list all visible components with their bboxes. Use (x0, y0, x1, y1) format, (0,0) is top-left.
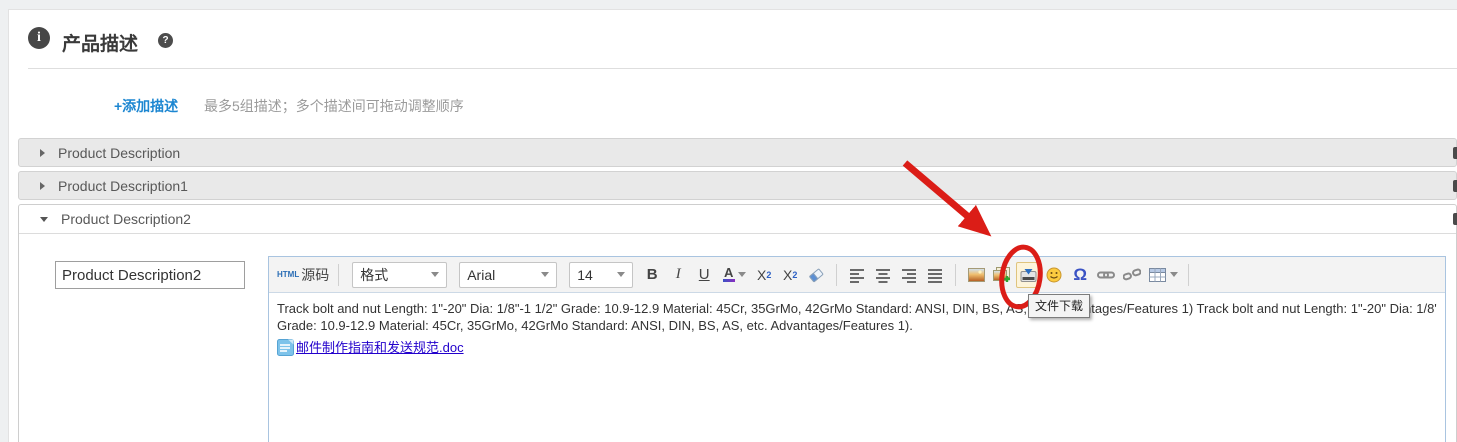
caret-down-icon (1170, 272, 1178, 277)
source-code-label: 源码 (301, 265, 329, 285)
toolbar-separator (338, 264, 339, 286)
html-source-label: HTML (277, 270, 299, 279)
font-family-dropdown[interactable]: Arial (459, 262, 557, 288)
font-color-button[interactable]: A (718, 262, 750, 288)
images-stack-icon (993, 267, 1011, 283)
caret-down-icon (738, 272, 746, 277)
font-dropdown-value: Arial (467, 267, 495, 283)
caret-down-icon (617, 272, 625, 277)
attachment-row: 邮件制作指南和发送规范.doc (277, 337, 1437, 356)
panel-label: Product Description2 (61, 211, 191, 227)
color-bar (723, 279, 735, 282)
italic-button[interactable]: I (666, 262, 690, 288)
eraser-icon (808, 267, 824, 283)
image-icon (968, 268, 985, 282)
file-upload-icon (1020, 267, 1037, 283)
batch-image-button[interactable] (990, 262, 1014, 288)
panel-product-description2-header[interactable]: Product Description2 (19, 205, 1456, 234)
editor-toolbar: HTML 源码 格式 Arial 14 B I U A (269, 257, 1445, 293)
editor-content-area[interactable]: Track bolt and nut Length: 1"-20" Dia: 1… (269, 293, 1445, 442)
page-title: 产品描述 (62, 29, 138, 56)
bold-button[interactable]: B (640, 262, 664, 288)
size-dropdown-value: 14 (577, 267, 593, 283)
html-source-button[interactable]: HTML 源码 (276, 262, 330, 288)
unlink-button[interactable] (1120, 262, 1144, 288)
panel-label: Product Description1 (58, 178, 188, 194)
chevron-right-icon (40, 149, 45, 157)
subscript-2: 2 (766, 270, 771, 280)
panel-label: Product Description (58, 145, 180, 161)
description-title-input[interactable] (55, 261, 245, 289)
table-button[interactable] (1146, 262, 1180, 288)
panel-action-icon-cutoff[interactable] (1453, 213, 1457, 225)
superscript-x: X (783, 267, 792, 283)
panel-action-icon-cutoff[interactable] (1453, 147, 1457, 159)
format-dropdown[interactable]: 格式 (352, 262, 447, 288)
help-icon[interactable]: ? (158, 33, 173, 48)
header-divider (28, 68, 1457, 69)
panel-action-icon-cutoff[interactable] (1453, 180, 1457, 192)
align-right-button[interactable] (897, 262, 921, 288)
file-download-tooltip: 文件下载 (1028, 294, 1090, 318)
font-color-letter: A (724, 268, 733, 278)
upload-file-button[interactable] (1016, 262, 1040, 288)
table-icon (1149, 268, 1166, 282)
caret-down-icon (431, 272, 439, 277)
chevron-down-icon (40, 217, 48, 222)
align-center-button[interactable] (871, 262, 895, 288)
insert-link-button[interactable] (1094, 262, 1118, 288)
superscript-2: 2 (792, 270, 797, 280)
doc-file-icon (277, 339, 294, 356)
content-line: Track bolt and nut Length: 1"-20" Dia: 1… (277, 300, 1437, 317)
emoticon-button[interactable] (1042, 262, 1066, 288)
format-dropdown-value: 格式 (360, 265, 388, 285)
superscript-button[interactable]: X2 (778, 262, 802, 288)
align-left-icon (849, 267, 865, 283)
page: i 产品描述 ? +添加描述 最多5组描述；多个描述间可拖动调整顺序 Produ… (0, 0, 1457, 442)
toolbar-separator (836, 264, 837, 286)
subscript-x: X (757, 267, 766, 283)
panel-product-description[interactable]: Product Description (18, 138, 1457, 167)
align-left-button[interactable] (845, 262, 869, 288)
remove-format-button[interactable] (804, 262, 828, 288)
add-description-button[interactable]: +添加描述 (114, 96, 178, 116)
subscript-button[interactable]: X2 (752, 262, 776, 288)
font-size-dropdown[interactable]: 14 (569, 262, 633, 288)
info-icon: i (28, 27, 50, 49)
description-hint: 最多5组描述；多个描述间可拖动调整顺序 (204, 96, 464, 116)
align-center-icon (875, 267, 891, 283)
content-line: Grade: 10.9-12.9 Material: 45Cr, 35GrMo,… (277, 317, 1437, 334)
align-justify-icon (927, 267, 943, 283)
insert-image-button[interactable] (964, 262, 988, 288)
chevron-right-icon (40, 182, 45, 190)
toolbar-separator (955, 264, 956, 286)
font-color-icon: A (723, 268, 735, 282)
link-icon (1097, 267, 1115, 283)
smiley-icon (1046, 267, 1062, 283)
underline-button[interactable]: U (692, 262, 716, 288)
attachment-link[interactable]: 邮件制作指南和发送规范.doc (296, 337, 464, 356)
toolbar-separator (1188, 264, 1189, 286)
special-char-button[interactable]: Ω (1068, 262, 1092, 288)
unlink-icon (1123, 267, 1141, 283)
align-justify-button[interactable] (923, 262, 947, 288)
rich-text-editor: HTML 源码 格式 Arial 14 B I U A (268, 256, 1446, 442)
panel-product-description1[interactable]: Product Description1 (18, 171, 1457, 200)
align-right-icon (901, 267, 917, 283)
caret-down-icon (541, 272, 549, 277)
